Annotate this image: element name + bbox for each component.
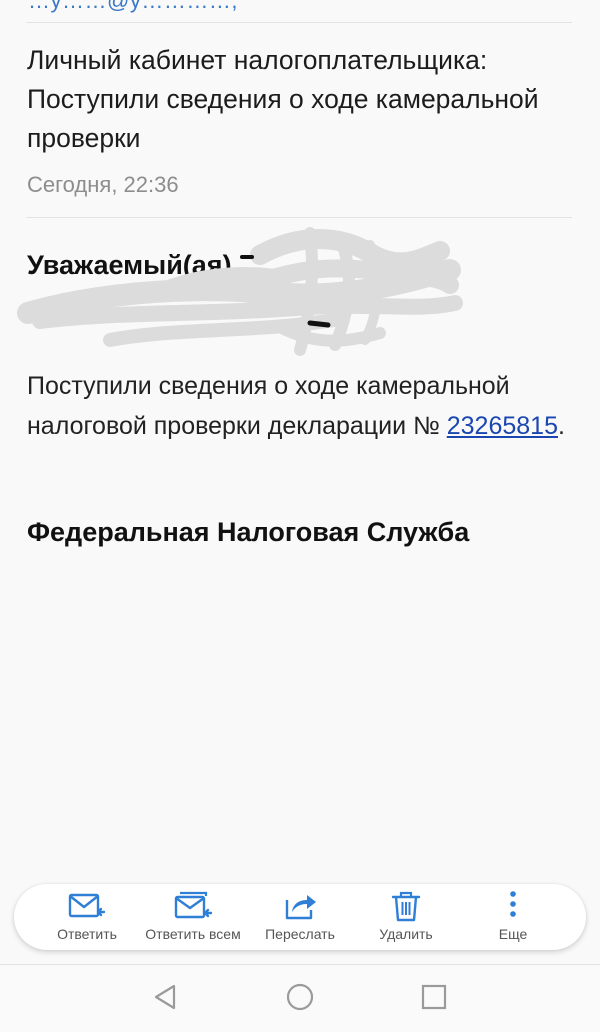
message-body: Поступили сведения о ходе камеральной на… bbox=[27, 366, 577, 446]
more-label: Еще bbox=[498, 926, 528, 942]
system-navigation-bar bbox=[0, 965, 600, 1032]
nav-back-button[interactable] bbox=[150, 981, 182, 1018]
message-subject: Личный кабинет налогоплательщика: Поступ… bbox=[27, 45, 539, 153]
message-signature: Федеральная Налоговая Служба bbox=[27, 517, 470, 547]
nav-home-button[interactable] bbox=[284, 981, 316, 1018]
delete-label: Удалить bbox=[379, 926, 433, 942]
message-action-bar: Ответить Ответить всем Переслать Удалить bbox=[14, 884, 586, 950]
forward-button[interactable]: Переслать bbox=[257, 884, 343, 950]
redaction-scribble bbox=[17, 227, 463, 356]
forward-label: Переслать bbox=[265, 926, 335, 942]
declaration-number-link[interactable]: 23265815 bbox=[447, 412, 558, 440]
sender-address[interactable]: …y……@y…………, bbox=[28, 0, 238, 14]
message-body-text: Поступили сведения о ходе камеральной на… bbox=[27, 372, 510, 440]
reply-all-button[interactable]: Ответить всем bbox=[138, 884, 248, 950]
message-date: Сегодня, 22:36 bbox=[27, 172, 179, 197]
square-recents-icon bbox=[421, 984, 447, 1010]
reply-button[interactable]: Ответить bbox=[47, 884, 127, 950]
more-button[interactable]: Еще bbox=[481, 884, 545, 950]
nav-recents-button[interactable] bbox=[418, 981, 450, 1018]
trash-icon bbox=[391, 891, 421, 922]
reply-all-icon bbox=[174, 891, 213, 919]
reply-icon bbox=[68, 893, 106, 918]
header-divider bbox=[26, 22, 572, 23]
more-vertical-icon bbox=[510, 891, 516, 917]
reply-all-label: Ответить всем bbox=[145, 926, 241, 942]
body-end-punctuation: . bbox=[557, 412, 565, 440]
reply-label: Ответить bbox=[57, 926, 117, 942]
forward-icon bbox=[285, 895, 316, 920]
delete-button[interactable]: Удалить bbox=[367, 884, 445, 950]
triangle-back-icon bbox=[154, 984, 176, 1010]
circle-home-icon bbox=[286, 983, 314, 1011]
